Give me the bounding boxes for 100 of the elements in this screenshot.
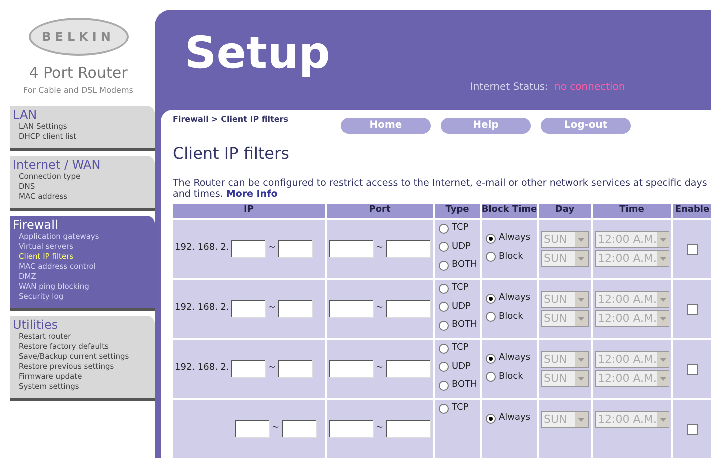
radio-button[interactable]: [439, 404, 449, 414]
block-time-option-label: Always: [499, 352, 531, 365]
radio-button[interactable]: [439, 320, 449, 331]
column-header: Port: [327, 204, 433, 218]
port-end-field[interactable]: [386, 420, 431, 438]
sidebar-section-title[interactable]: Internet / WAN: [13, 158, 155, 172]
port-start-field[interactable]: [329, 360, 374, 378]
type-option-label: BOTH: [452, 319, 478, 332]
block-time-option-label: Always: [499, 412, 531, 425]
radio-button[interactable]: [439, 362, 449, 372]
radio-button[interactable]: [439, 260, 449, 271]
range-separator: ~: [268, 242, 276, 256]
sidebar-section-title[interactable]: Firewall: [13, 218, 155, 232]
enable-checkbox[interactable]: [687, 364, 698, 374]
nav-button[interactable]: Home: [341, 118, 431, 134]
range-separator: ~: [268, 302, 276, 316]
radio-button[interactable]: [486, 294, 496, 304]
ip-start-field[interactable]: [231, 300, 266, 318]
type-option-label: TCP: [452, 402, 469, 415]
ip-start-field[interactable]: [235, 420, 270, 438]
range-separator: ~: [272, 422, 280, 436]
radio-button[interactable]: [439, 224, 449, 234]
radio-button[interactable]: [439, 284, 449, 294]
block-time-option-label: Block: [499, 370, 524, 384]
range-separator: ~: [376, 362, 384, 376]
radio-button[interactable]: [486, 354, 496, 364]
enable-checkbox[interactable]: [687, 244, 698, 254]
port-end-field[interactable]: [386, 240, 431, 258]
sidebar-section-title[interactable]: Utilities: [13, 318, 155, 332]
ip-end-field[interactable]: [278, 360, 313, 378]
caret-icon: [575, 311, 588, 326]
sidebar-section-title[interactable]: LAN: [13, 108, 155, 122]
radio-button[interactable]: [486, 372, 496, 382]
radio-button[interactable]: [439, 242, 449, 252]
enable-checkbox[interactable]: [687, 424, 698, 434]
caret-icon: [575, 251, 588, 266]
radio-button[interactable]: [439, 380, 449, 391]
range-separator: ~: [376, 302, 384, 316]
status-value: no connection: [554, 81, 626, 95]
caret-icon: [657, 232, 670, 247]
brand-logo: BELKIN: [28, 18, 128, 56]
port-start-field[interactable]: [329, 420, 374, 438]
breadcrumb: Firewall > Client IP filters: [173, 114, 290, 126]
radio-button[interactable]: [486, 414, 496, 424]
more-info-link[interactable]: More Info: [226, 189, 278, 200]
type-option-label: BOTH: [452, 379, 478, 392]
port-end-field[interactable]: [386, 360, 431, 378]
ip-start-field[interactable]: [231, 360, 266, 378]
port-start-field[interactable]: [329, 240, 374, 258]
ip-prefix-text: 192. 168. 2.: [175, 242, 230, 256]
radio-button[interactable]: [486, 234, 496, 244]
caret-icon: [575, 412, 588, 427]
ip-prefix-text: 192. 168. 2.: [175, 302, 230, 316]
page-heading: Setup: [185, 32, 330, 76]
type-option-label: TCP: [452, 342, 469, 355]
type-option-label: TCP: [452, 222, 469, 235]
type-option-label: UDP: [452, 240, 471, 254]
type-option-label: BOTH: [452, 259, 478, 272]
column-header: Time: [593, 204, 671, 218]
caret-icon: [657, 412, 670, 427]
radio-button[interactable]: [486, 312, 496, 322]
type-option-label: TCP: [452, 282, 469, 295]
block-time-option-label: Always: [499, 232, 531, 245]
range-separator: ~: [376, 422, 384, 436]
section-title: Client IP filters: [173, 143, 290, 165]
product-name: 4 Port Router: [29, 63, 128, 84]
radio-button[interactable]: [439, 302, 449, 312]
port-end-field[interactable]: [386, 300, 431, 318]
column-header: Enable: [673, 204, 711, 218]
block-time-option-label: Block: [499, 310, 524, 324]
range-separator: ~: [268, 362, 276, 376]
column-header: Day: [539, 204, 591, 218]
block-time-option-label: Block: [499, 250, 524, 264]
caret-icon: [657, 352, 670, 367]
nav-button[interactable]: Help: [441, 118, 531, 134]
column-header: IP: [173, 204, 325, 218]
caret-icon: [575, 352, 588, 367]
status-label: Internet Status:: [470, 81, 549, 95]
ip-end-field[interactable]: [282, 420, 317, 438]
description-text: The Router can be configured to restrict access to the Internet, e-mail or other network services at specific days and times. More Info: [173, 178, 708, 200]
caret-icon: [657, 251, 670, 266]
block-time-option-label: Always: [499, 292, 531, 305]
caret-icon: [657, 292, 670, 307]
enable-checkbox[interactable]: [687, 304, 698, 314]
product-tagline: For Cable and DSL Modems: [24, 84, 134, 96]
range-separator: ~: [376, 242, 384, 256]
radio-button[interactable]: [439, 344, 449, 354]
ip-end-field[interactable]: [278, 300, 313, 318]
caret-icon: [657, 311, 670, 326]
type-option-label: UDP: [452, 360, 471, 374]
ip-end-field[interactable]: [278, 240, 313, 258]
nav-button[interactable]: Log-out: [541, 118, 631, 134]
type-option-label: UDP: [452, 300, 471, 314]
caret-icon: [657, 371, 670, 386]
caret-icon: [575, 292, 588, 307]
ip-prefix-text: 192. 168. 2.: [175, 362, 230, 376]
column-header: Type: [435, 204, 480, 218]
port-start-field[interactable]: [329, 300, 374, 318]
ip-start-field[interactable]: [231, 240, 266, 258]
radio-button[interactable]: [486, 252, 496, 262]
